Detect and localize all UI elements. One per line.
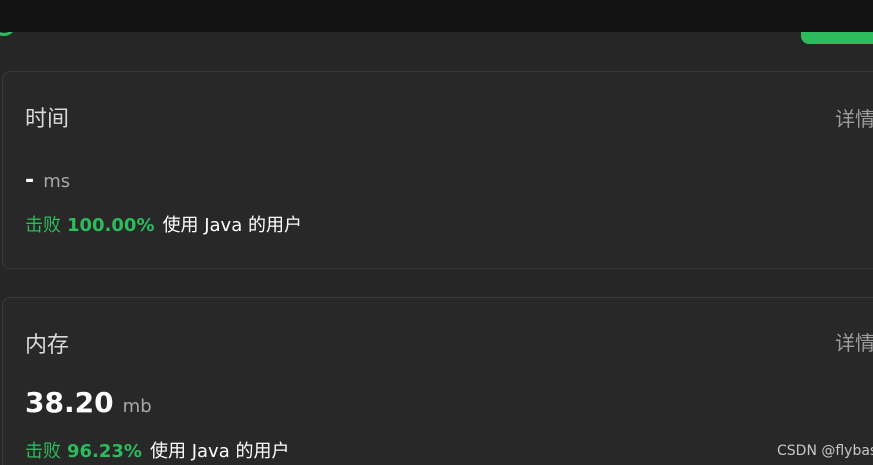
runtime-unit: ms [43, 171, 71, 192]
runtime-beat-label: 击败 [25, 215, 61, 236]
runtime-title: 时间 [25, 107, 70, 132]
submission-result-panel: 通过 提交 时间 详情 - ms 击败100.00%使用 Java 的用户 内存… [0, 0, 873, 465]
watermark: CSDN @flybas [777, 443, 873, 459]
runtime-beat-percent: 100.00% [67, 215, 155, 236]
memory-details-link[interactable]: 详情 [835, 331, 873, 355]
memory-title: 内存 [25, 333, 70, 358]
memory-card: 内存 详情 38.20 mb 击败 96.23% 使用 Java 的用户 [2, 297, 873, 465]
runtime-card: 时间 详情 - ms 击败 100.00% 使用 Java 的用户 [2, 71, 873, 269]
runtime-value: - [25, 168, 35, 193]
runtime-details-link[interactable]: 详情 [835, 107, 873, 131]
runtime-beat-suffix: 使用 Java 的用户 [162, 215, 302, 236]
memory-beat-row: 击败 96.23% 使用 Java 的用户 [25, 440, 289, 464]
top-bar [0, 0, 873, 32]
memory-beat-percent: 96.23% [67, 441, 142, 462]
memory-beat-suffix: 使用 Java 的用户 [149, 441, 290, 462]
memory-beat-label: 击败 [25, 441, 61, 462]
memory-unit: mb [122, 396, 152, 417]
memory-value: 38.20 [25, 386, 114, 419]
memory-value-row: 38.20 mb [25, 386, 152, 419]
runtime-beat-row: 击败 100.00% 使用 Java 的用户 [25, 214, 302, 238]
runtime-value-row: - ms [25, 168, 70, 193]
